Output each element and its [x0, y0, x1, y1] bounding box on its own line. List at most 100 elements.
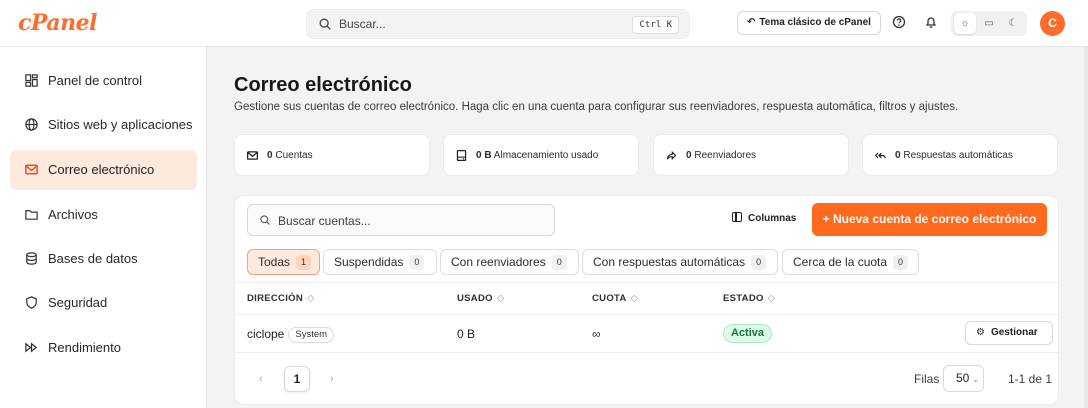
sidebar-item-databases[interactable]: Bases de datos — [10, 239, 197, 279]
system-badge: System — [288, 327, 335, 343]
column-header-used[interactable]: USADO ◇ — [457, 293, 504, 304]
sidebar-item-performance[interactable]: Rendimiento — [10, 328, 197, 368]
user-avatar[interactable]: C — [1040, 11, 1065, 36]
table-footer: ‹ 1 › Filas 50 ⌄ 1-1 de 1 — [235, 353, 1058, 405]
new-email-account-button[interactable]: + Nueva cuenta de correo electrónico — [812, 203, 1047, 236]
table-header: DIRECCIÓN ◇ USADO ◇ CUOTA ◇ ESTADO ◇ — [235, 282, 1058, 315]
tab-label: Cerca de la cuota — [793, 255, 888, 269]
sidebar-item-dashboard[interactable]: Panel de control — [10, 61, 197, 101]
color-mode-switcher: ☼ ▭ ☾ — [951, 11, 1027, 36]
sidebar-item-label: Panel de control — [48, 73, 142, 88]
tab-count: 0 — [751, 255, 767, 270]
stat-label: Reenviadores — [694, 150, 757, 161]
sidebar-item-security[interactable]: Seguridad — [10, 283, 197, 323]
help-icon[interactable] — [891, 14, 907, 30]
pagination-range: 1-1 de 1 — [1008, 372, 1053, 386]
sidebar-item-websites[interactable]: Sitios web y aplicaciones — [10, 105, 197, 145]
account-address: ciclope — [247, 327, 285, 341]
stat-value: 0 — [267, 150, 273, 161]
prev-page-button[interactable]: ‹ — [259, 373, 263, 385]
sidebar-item-label: Rendimiento — [48, 340, 121, 355]
undo-icon: ↶ — [747, 17, 756, 28]
stat-label: Almacenamiento usado — [493, 150, 599, 161]
classic-theme-button[interactable]: ↶ Tema clásico de cPanel — [737, 11, 881, 35]
mail-icon — [25, 164, 38, 175]
manage-button[interactable]: ⚙ Gestionar — [965, 321, 1053, 345]
tab-with-forwarders[interactable]: Con reenviadores 0 — [440, 249, 579, 275]
stat-label: Cuentas — [275, 150, 313, 161]
column-header-address[interactable]: DIRECCIÓN ◇ — [247, 293, 315, 304]
tab-suspended[interactable]: Suspendidas 0 — [323, 249, 437, 275]
tab-count: 0 — [409, 255, 425, 270]
gear-icon: ⚙ — [976, 327, 985, 338]
sort-icon: ◇ — [767, 293, 776, 304]
account-search-input[interactable]: Buscar cuentas... — [247, 204, 555, 236]
folder-icon — [25, 210, 38, 220]
sort-icon: ◇ — [496, 293, 505, 304]
sort-icon: ◇ — [630, 293, 639, 304]
sidebar-item-label: Archivos — [48, 207, 98, 222]
search-shortcut-hint: Ctrl K — [632, 16, 679, 34]
stat-value: 0 — [895, 150, 901, 161]
stat-value: 0 B — [476, 150, 492, 161]
tab-near-quota[interactable]: Cerca de la cuota 0 — [782, 249, 919, 275]
account-used: 0 B — [457, 327, 476, 341]
sort-icon: ◇ — [307, 293, 315, 304]
sidebar-item-label: Bases de datos — [48, 251, 138, 266]
global-search-input[interactable]: Buscar... Ctrl K — [306, 9, 690, 39]
stat-value: 0 — [686, 150, 692, 161]
top-header: cPanel Buscar... Ctrl K ↶ Tema clásico de… — [0, 0, 1088, 47]
tab-count: 1 — [296, 255, 312, 270]
chevron-down-icon: ⌄ — [972, 375, 980, 384]
globe-icon — [25, 118, 38, 131]
tab-label: Con respuestas automáticas — [593, 255, 746, 269]
classic-theme-label: Tema clásico de cPanel — [759, 17, 871, 28]
dashboard-icon — [25, 74, 38, 87]
stat-forwarders: 0 Reenviadores — [653, 134, 849, 176]
current-page-button[interactable]: 1 — [284, 366, 310, 392]
sidebar: Panel de control Sitios web y aplicacion… — [0, 47, 207, 408]
tab-label: Todas — [258, 255, 291, 269]
accounts-panel: Buscar cuentas... Columnas + Nueva cuent… — [234, 195, 1059, 405]
moon-icon[interactable]: ☾ — [1002, 13, 1024, 34]
tab-all[interactable]: Todas 1 — [247, 249, 320, 275]
columns-button[interactable]: Columnas — [732, 212, 796, 224]
tab-count: 0 — [551, 255, 567, 270]
page-title: Correo electrónico — [234, 74, 412, 96]
account-search-placeholder: Buscar cuentas... — [278, 214, 371, 228]
columns-label: Columnas — [748, 213, 797, 224]
sidebar-item-files[interactable]: Archivos — [10, 195, 197, 235]
stat-label: Respuestas automáticas — [903, 150, 1013, 161]
table-row[interactable]: ciclope System 0 B ∞ Activa ⚙ Gestionar — [235, 315, 1058, 353]
columns-icon — [732, 212, 742, 222]
tab-count: 0 — [893, 255, 909, 270]
sidebar-item-label: Sitios web y aplicaciones — [48, 117, 193, 132]
sidebar-item-email[interactable]: Correo electrónico — [10, 150, 197, 190]
database-icon — [26, 252, 37, 265]
monitor-icon[interactable]: ▭ — [978, 13, 1000, 34]
sidebar-item-label: Seguridad — [48, 295, 108, 310]
stat-storage: 0 B Almacenamiento usado — [443, 134, 639, 176]
hard-drive-icon — [456, 150, 467, 161]
account-quota: ∞ — [592, 327, 601, 341]
search-icon — [319, 18, 331, 30]
rows-per-page-select[interactable]: 50 ⌄ — [943, 365, 984, 392]
sun-icon[interactable]: ☼ — [954, 13, 976, 34]
page-description: Gestione sus cuentas de correo electróni… — [234, 101, 959, 113]
column-header-status[interactable]: ESTADO ◇ — [723, 293, 775, 304]
next-page-button[interactable]: › — [330, 373, 334, 385]
search-icon — [260, 215, 270, 225]
manage-label: Gestionar — [990, 327, 1038, 338]
tab-label: Suspendidas — [334, 255, 404, 269]
forward-icon — [666, 150, 677, 161]
bell-icon[interactable] — [923, 14, 939, 30]
status-badge: Activa — [723, 324, 773, 343]
column-header-quota[interactable]: CUOTA ◇ — [592, 293, 638, 304]
page-scrollbar[interactable] — [1084, 47, 1088, 408]
rows-per-page-label: Filas — [914, 372, 940, 386]
cpanel-logo[interactable]: cPanel — [18, 10, 97, 36]
tab-with-autoresponders[interactable]: Con respuestas automáticas 0 — [582, 249, 778, 275]
stat-accounts: 0 Cuentas — [234, 134, 430, 176]
sidebar-item-label: Correo electrónico — [48, 162, 155, 177]
fast-forward-icon — [25, 342, 38, 353]
